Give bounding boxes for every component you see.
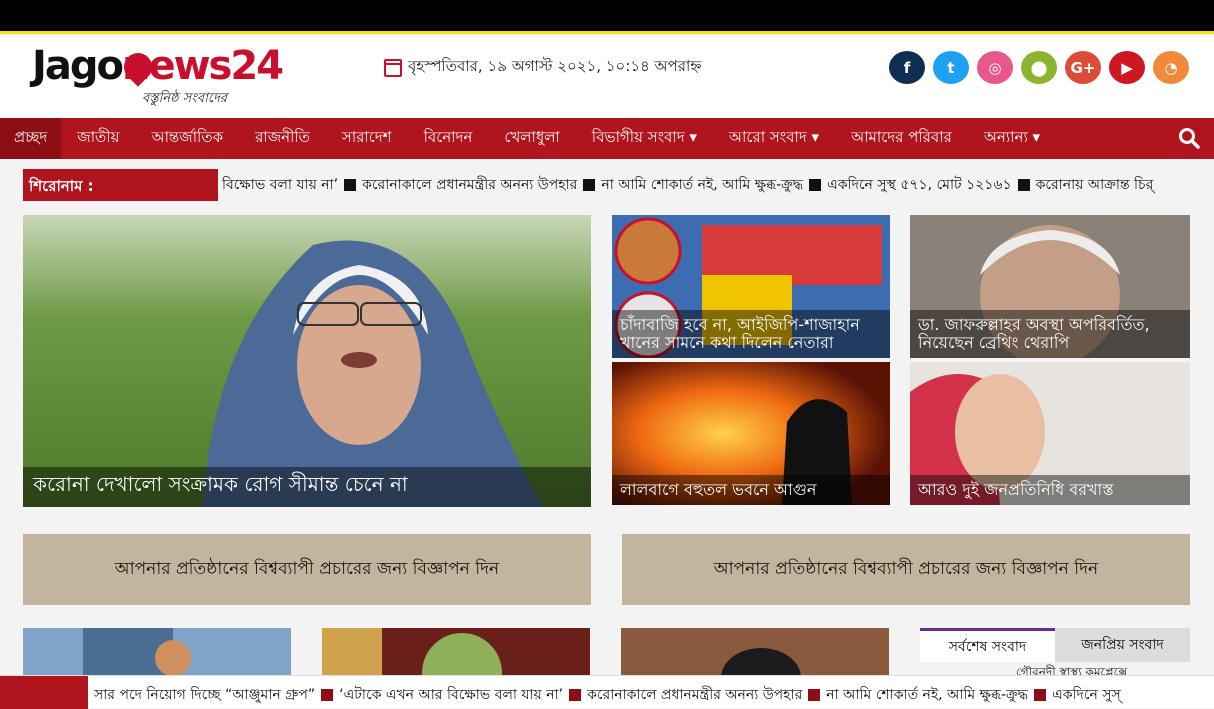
separator-icon	[344, 179, 357, 191]
nav-item[interactable]: আরো সংবাদ ▾	[713, 118, 835, 159]
nav-item[interactable]: সারাদেশ	[326, 118, 408, 159]
site-header: Jagonews24 বস্তুনিষ্ঠ সংবাদের বৃহস্পতিবা…	[0, 37, 1214, 118]
ad-banner-left[interactable]: আপনার প্রতিষ্ঠানের বিশ্বব্যাপী প্রচারের …	[23, 534, 591, 605]
story-card[interactable]: আরও দুই জনপ্রতিনিধি বরখাস্ত	[910, 362, 1190, 505]
site-logo[interactable]: Jagonews24 বস্তুনিষ্ঠ সংবাদের	[32, 43, 294, 107]
date-text: বৃহস্পতিবার, ১৯ অগাস্ট ২০২১, ১০:১৪ অপরাহ…	[408, 57, 702, 75]
logo-text: Jagonews24	[32, 43, 284, 89]
nav-item[interactable]: জাতীয়	[61, 118, 135, 159]
nav-item[interactable]: আন্তর্জাতিক	[135, 118, 239, 159]
ticker-item[interactable]: করোনায় আক্রান্ত চির্	[1036, 177, 1154, 193]
ticker-label: শিরোনাম :	[23, 169, 218, 201]
bottom-ticker-text: সার পদে নিয়োগ দিচ্ছে “আঞ্জুমান গ্রুপ” ‘এ…	[94, 683, 1121, 707]
nav-item[interactable]: খেলাধুলা	[488, 118, 575, 159]
ticker-item[interactable]: বিক্ষোভ বলা যায় না’	[222, 177, 338, 193]
calendar-icon	[384, 58, 402, 77]
nav-item[interactable]: আমাদের পরিবার	[835, 118, 968, 159]
android-icon[interactable]: ⬤	[1021, 51, 1057, 84]
rss-icon[interactable]: ◔	[1153, 51, 1189, 84]
main-story-title[interactable]: করোনা দেখালো সংক্রামক রোগ সীমান্ত চেনে ন…	[23, 467, 591, 507]
tab-latest[interactable]: সর্বশেষ সংবাদ	[920, 628, 1055, 662]
news-thumbnail[interactable]	[23, 628, 291, 678]
ad-banner-right[interactable]: আপনার প্রতিষ্ঠানের বিশ্বব্যাপী প্রচারের …	[622, 534, 1190, 605]
youtube-icon[interactable]: ▶	[1109, 51, 1145, 84]
tab-popular[interactable]: জনপ্রিয় সংবাদ	[1055, 628, 1190, 662]
story-card[interactable]: চাঁদাবাজি হবে না, আইজিপি-শাজাহান খানের স…	[612, 215, 890, 358]
nav-item[interactable]: রাজনীতি	[239, 118, 326, 159]
main-navigation: প্রচ্ছদ জাতীয় আন্তর্জাতিক রাজনীতি সারাদেশ বি…	[0, 118, 1214, 159]
separator-icon	[808, 689, 821, 701]
story-card[interactable]: লালবাগে বহুতল ভবনে আগুন	[612, 362, 890, 505]
ticker-item[interactable]: একদিনে সুস্	[1052, 687, 1121, 703]
logo-tagline: বস্তুনিষ্ঠ সংবাদের	[142, 91, 228, 106]
separator-icon	[1017, 179, 1030, 191]
ticker-item[interactable]: না আমি শোকার্ত নই, আমি ক্ষুব্ধ-ক্রুদ্ধ	[601, 177, 803, 193]
ticker-item[interactable]: করোনাকালে প্রধানমন্ত্রীর অনন্য উপহার	[587, 687, 802, 703]
separator-icon	[569, 689, 582, 701]
nav-item[interactable]: প্রচ্ছদ	[0, 118, 62, 159]
news-tabs: সর্বশেষ সংবাদ জনপ্রিয় সংবাদ	[920, 628, 1190, 662]
separator-icon	[321, 689, 334, 701]
ticker-item[interactable]: করোনাকালে প্রধানমন্ত্রীর অনন্য উপহার	[362, 177, 577, 193]
social-links: f t ◎ ⬤ G+ ▶ ◔	[889, 51, 1189, 84]
separator-icon	[809, 179, 822, 191]
story-title[interactable]: লালবাগে বহুতল ভবনে আগুন	[612, 475, 890, 505]
separator-icon	[583, 179, 596, 191]
ticker-item[interactable]: ‘এটাকে এখন আর বিক্ষোভ বলা যায় না’	[339, 687, 563, 703]
facebook-icon[interactable]: f	[889, 51, 925, 84]
main-story[interactable]: করোনা দেখালো সংক্রামক রোগ সীমান্ত চেনে ন…	[23, 215, 591, 507]
main-story-image	[23, 215, 591, 507]
news-thumbnail[interactable]	[621, 628, 889, 678]
nav-item[interactable]: বিভাগীয় সংবাদ ▾	[576, 118, 713, 159]
story-title[interactable]: ডা. জাফরুল্লাহর অবস্থা অপরিবর্তিত, নিয়ে…	[910, 310, 1190, 358]
google-plus-icon[interactable]: G+	[1065, 51, 1101, 84]
headline-ticker: বিক্ষোভ বলা যায় না’ করোনাকালে প্রধানমন্ত…	[222, 173, 1192, 197]
story-title[interactable]: আরও দুই জনপ্রতিনিধি বরখাস্ত	[910, 475, 1190, 505]
story-card[interactable]: ডা. জাফরুল্লাহর অবস্থা অপরিবর্তিত, নিয়ে…	[910, 215, 1190, 358]
ticker-item[interactable]: সার পদে নিয়োগ দিচ্ছে “আঞ্জুমান গ্রুপ”	[94, 687, 315, 703]
current-date: বৃহস্পতিবার, ১৯ অগাস্ট ২০২১, ১০:১৪ অপরাহ…	[384, 55, 702, 80]
bottom-ticker-label	[0, 676, 88, 709]
news-thumbnail[interactable]	[322, 628, 590, 678]
nav-item[interactable]: বিনোদন	[408, 118, 489, 159]
ticker-item[interactable]: না আমি শোকার্ত নই, আমি ক্ষুব্ধ-ক্রুদ্ধ	[826, 687, 1028, 703]
twitter-icon[interactable]: t	[933, 51, 969, 84]
bottom-ticker: সার পদে নিয়োগ দিচ্ছে “আঞ্জুমান গ্রুপ” ‘এ…	[0, 675, 1214, 709]
search-icon[interactable]	[1178, 127, 1200, 149]
story-title[interactable]: চাঁদাবাজি হবে না, আইজিপি-শাজাহান খানের স…	[612, 310, 890, 358]
top-black-bar	[0, 0, 1214, 34]
ticker-item[interactable]: একদিনে সুস্থ ৫৭১, মোট ১২১৬১	[827, 177, 1011, 193]
nav-item[interactable]: অন্যান্য ▾	[968, 118, 1056, 159]
separator-icon	[1034, 689, 1047, 701]
instagram-icon[interactable]: ◎	[977, 51, 1013, 84]
